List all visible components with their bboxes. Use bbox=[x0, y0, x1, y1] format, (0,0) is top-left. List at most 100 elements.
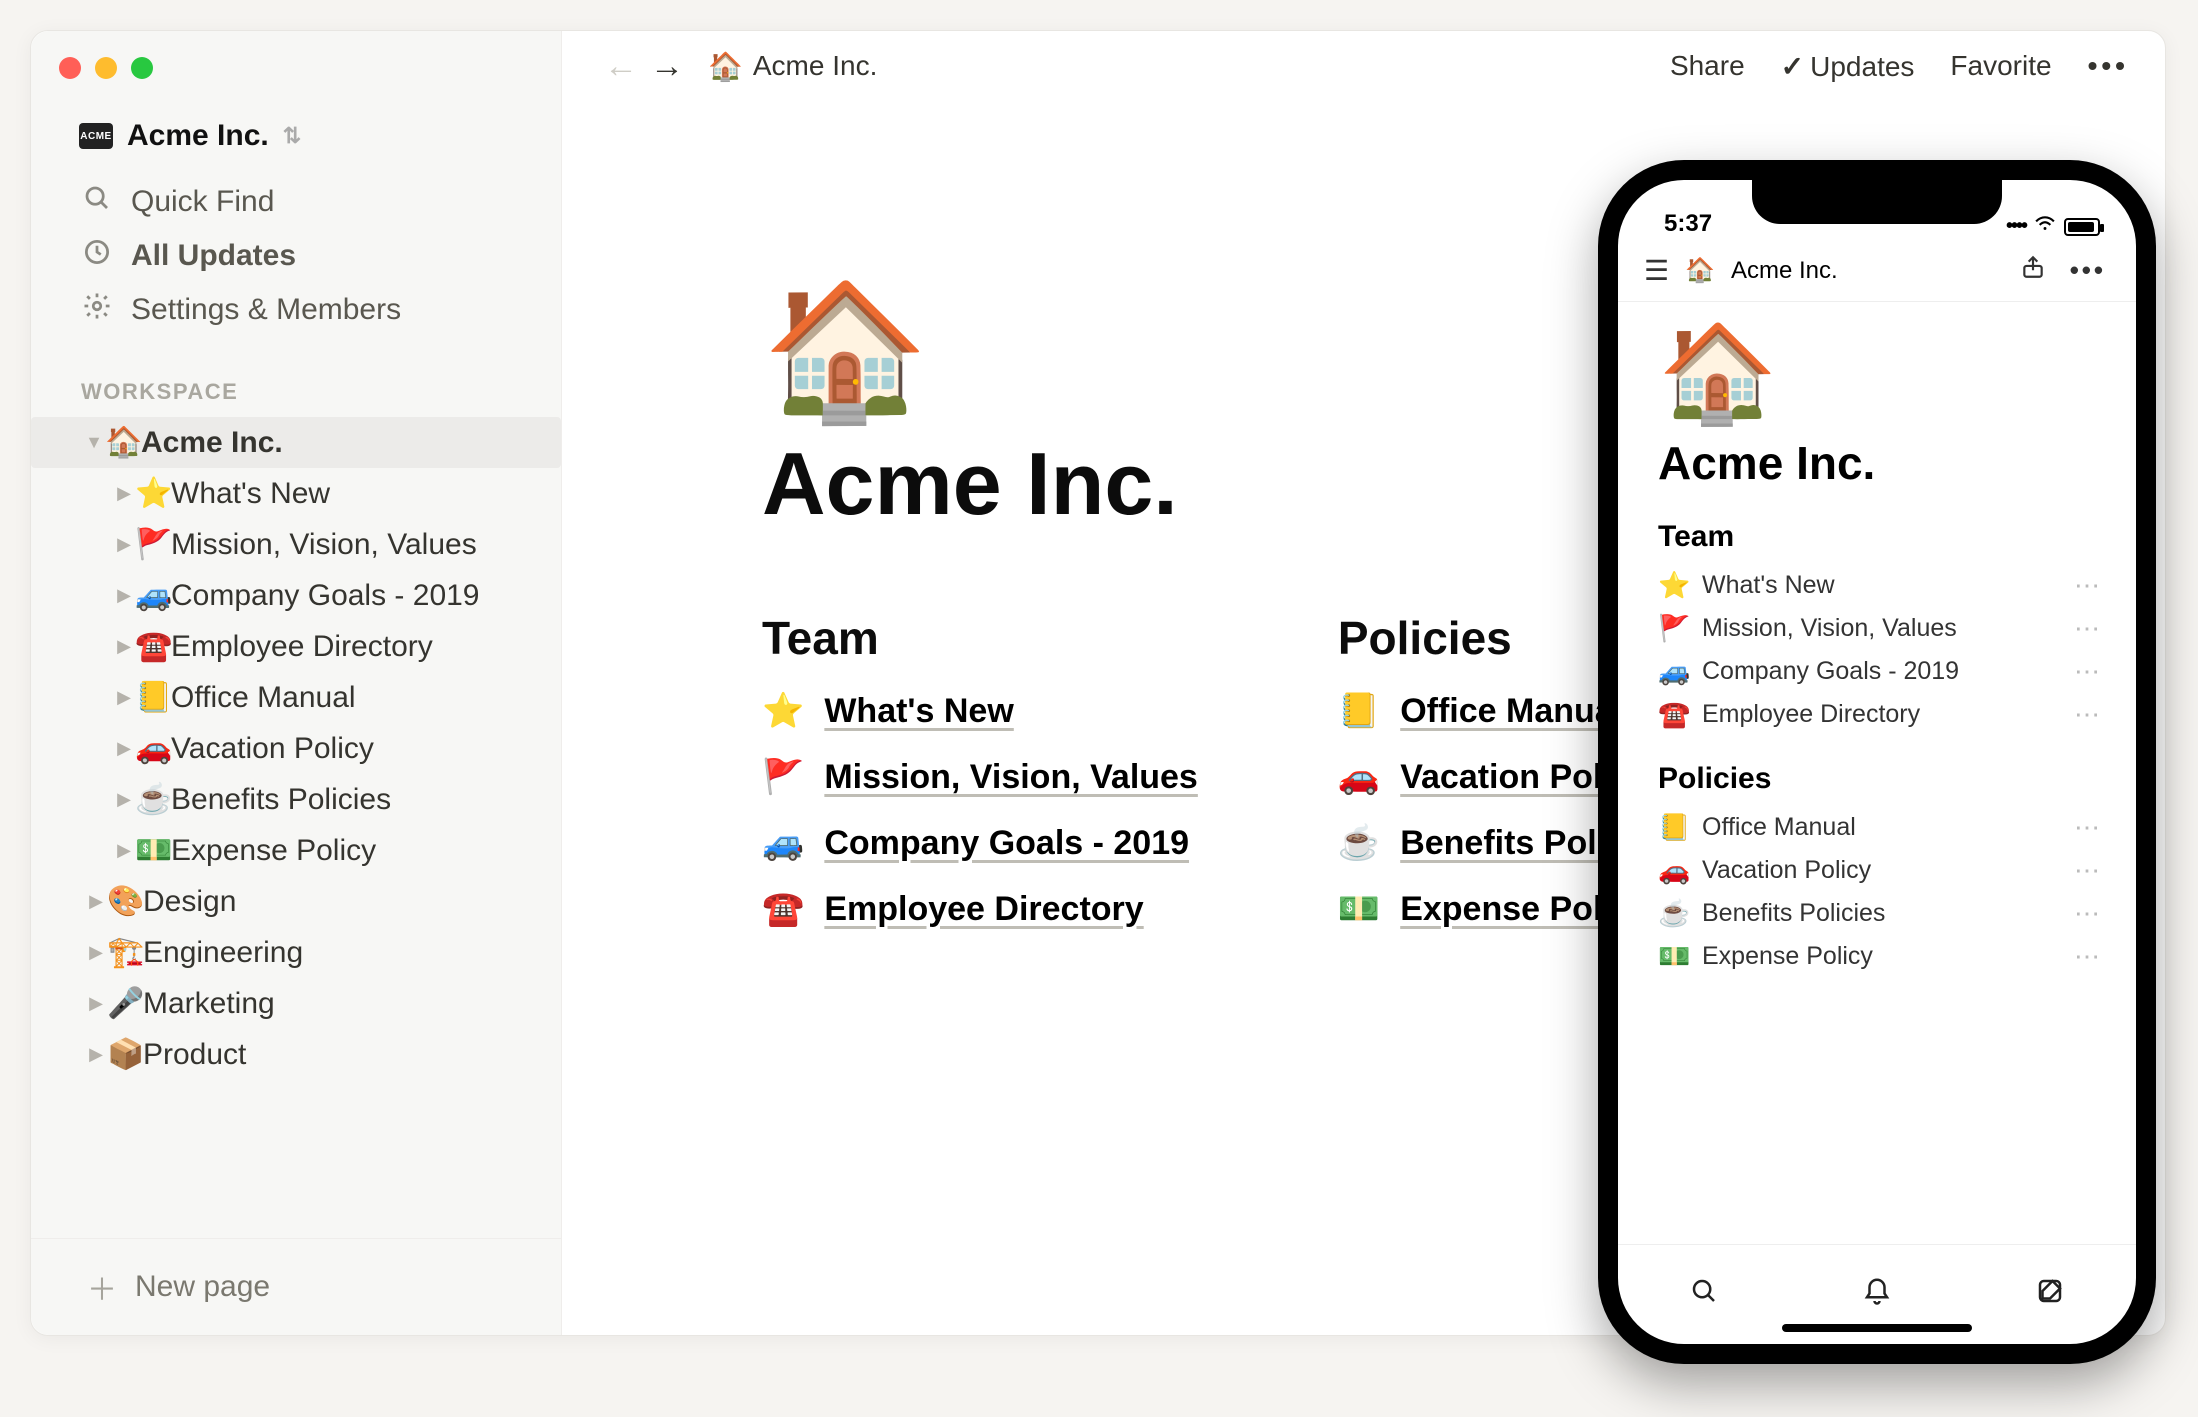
minimize-window-button[interactable] bbox=[95, 57, 117, 79]
settings-members-label: Settings & Members bbox=[131, 293, 401, 327]
row-more-button[interactable]: ⋯ bbox=[2074, 855, 2100, 886]
row-more-button[interactable]: ⋯ bbox=[2074, 613, 2100, 644]
more-button[interactable]: ••• bbox=[2070, 255, 2106, 286]
mobile-link-company-goals[interactable]: 🚙 Company Goals - 2019 ⋯ bbox=[1658, 650, 2100, 693]
sidebar-nav-all-updates[interactable]: All Updates bbox=[31, 229, 561, 283]
maximize-window-button[interactable] bbox=[131, 57, 153, 79]
package-icon: 📦 bbox=[107, 1037, 143, 1072]
chevron-right-icon[interactable]: ▶ bbox=[113, 636, 135, 657]
quick-find-label: Quick Find bbox=[131, 185, 274, 219]
tab-notifications-button[interactable] bbox=[1862, 1276, 1892, 1314]
chevron-right-icon[interactable]: ▶ bbox=[113, 483, 135, 504]
sidebar-item-company-goals[interactable]: ▶ 🚙 Company Goals - 2019 bbox=[31, 570, 561, 621]
sidebar-nav-quick-find[interactable]: Quick Find bbox=[31, 175, 561, 229]
mobile-link-expense-policy[interactable]: 💵 Expense Policy ⋯ bbox=[1658, 935, 2100, 978]
sidebar-item-office-manual[interactable]: ▶ 📒 Office Manual bbox=[31, 672, 561, 723]
sidebar-item-label: Design bbox=[143, 885, 236, 919]
sidebar-item-product[interactable]: ▶ 📦 Product bbox=[31, 1029, 561, 1080]
flag-icon: 🚩 bbox=[135, 527, 171, 562]
sidebar-item-marketing[interactable]: ▶ 🎤 Marketing bbox=[31, 978, 561, 1029]
mobile-link-benefits-policies[interactable]: ☕ Benefits Policies ⋯ bbox=[1658, 892, 2100, 935]
workspace-switcher[interactable]: ACME Acme Inc. ⇅ bbox=[31, 79, 561, 175]
mobile-header: ☰ 🏠 Acme Inc. ••• bbox=[1618, 240, 2136, 302]
red-car-icon: 🚗 bbox=[135, 731, 171, 766]
mobile-link-label: Office Manual bbox=[1702, 813, 1856, 842]
mobile-link-label: Benefits Policies bbox=[1702, 899, 1885, 928]
back-button[interactable]: ← bbox=[598, 47, 644, 86]
page-link-label: What's New bbox=[824, 692, 1013, 731]
sidebar-item-engineering[interactable]: ▶ 🏗️ Engineering bbox=[31, 927, 561, 978]
forward-button[interactable]: → bbox=[644, 47, 690, 86]
sidebar-item-acme-inc[interactable]: ▼ 🏠 Acme Inc. bbox=[31, 417, 561, 468]
mobile-link-employee-directory[interactable]: ☎️ Employee Directory ⋯ bbox=[1658, 693, 2100, 736]
flag-icon: 🚩 bbox=[1658, 613, 1688, 644]
mobile-link-mission-vision-values[interactable]: 🚩 Mission, Vision, Values ⋯ bbox=[1658, 607, 2100, 650]
sidebar-item-design[interactable]: ▶ 🎨 Design bbox=[31, 876, 561, 927]
page-link-company-goals[interactable]: 🚙 Company Goals - 2019 bbox=[762, 823, 1198, 863]
mobile-page-title[interactable]: Acme Inc. bbox=[1658, 436, 2100, 490]
phone-notch bbox=[1752, 180, 2002, 224]
chevron-right-icon[interactable]: ▶ bbox=[113, 534, 135, 555]
breadcrumb[interactable]: 🏠 Acme Inc. bbox=[708, 50, 877, 83]
mobile-page-body: 🏠 Acme Inc. Team ⭐ What's New ⋯ 🚩 Missio… bbox=[1618, 302, 2136, 1244]
row-more-button[interactable]: ⋯ bbox=[2074, 656, 2100, 687]
row-more-button[interactable]: ⋯ bbox=[2074, 812, 2100, 843]
mobile-link-vacation-policy[interactable]: 🚗 Vacation Policy ⋯ bbox=[1658, 849, 2100, 892]
sidebar-item-vacation-policy[interactable]: ▶ 🚗 Vacation Policy bbox=[31, 723, 561, 774]
mobile-breadcrumb[interactable]: Acme Inc. bbox=[1731, 257, 1838, 285]
page-link-mission-vision-values[interactable]: 🚩 Mission, Vision, Values bbox=[762, 757, 1198, 797]
menu-button[interactable]: ☰ bbox=[1644, 254, 1669, 287]
row-more-button[interactable]: ⋯ bbox=[2074, 570, 2100, 601]
chevron-right-icon[interactable]: ▶ bbox=[85, 891, 107, 912]
more-button[interactable]: ••• bbox=[2088, 50, 2129, 82]
tab-compose-button[interactable] bbox=[2035, 1276, 2065, 1314]
row-more-button[interactable]: ⋯ bbox=[2074, 898, 2100, 929]
chevron-right-icon[interactable]: ▶ bbox=[85, 942, 107, 963]
sidebar-nav-settings-members[interactable]: Settings & Members bbox=[31, 283, 561, 337]
mobile-page-icon[interactable]: 🏠 bbox=[1658, 326, 2100, 422]
sidebar-item-employee-directory[interactable]: ▶ ☎️ Employee Directory bbox=[31, 621, 561, 672]
mobile-section-policies: Policies bbox=[1658, 762, 2100, 796]
sidebar-item-whats-new[interactable]: ▶ ⭐ What's New bbox=[31, 468, 561, 519]
wifi-icon bbox=[2034, 215, 2056, 238]
sidebar-item-expense-policy[interactable]: ▶ 💵 Expense Policy bbox=[31, 825, 561, 876]
chevron-right-icon[interactable]: ▶ bbox=[113, 738, 135, 759]
signal-icon: •••• bbox=[2006, 215, 2026, 238]
chevron-right-icon[interactable]: ▶ bbox=[113, 687, 135, 708]
sidebar-item-label: Acme Inc. bbox=[141, 426, 283, 460]
favorite-button[interactable]: Favorite bbox=[1950, 50, 2051, 82]
mobile-link-office-manual[interactable]: 📒 Office Manual ⋯ bbox=[1658, 806, 2100, 849]
sidebar-item-mission-vision-values[interactable]: ▶ 🚩 Mission, Vision, Values bbox=[31, 519, 561, 570]
check-icon: ✓ bbox=[1781, 51, 1804, 82]
page-link-label: Office Manual bbox=[1400, 692, 1623, 731]
star-icon: ⭐ bbox=[135, 476, 171, 511]
new-page-button[interactable]: ＋ New page bbox=[31, 1238, 561, 1335]
chevron-right-icon[interactable]: ▶ bbox=[113, 840, 135, 861]
tab-search-button[interactable] bbox=[1689, 1276, 1719, 1314]
column-team: Team ⭐ What's New 🚩 Mission, Vision, Val… bbox=[762, 611, 1198, 955]
page-link-employee-directory[interactable]: ☎️ Employee Directory bbox=[762, 889, 1198, 929]
updates-button[interactable]: ✓Updates bbox=[1781, 50, 1915, 83]
sidebar-item-benefits-policies[interactable]: ▶ ☕ Benefits Policies bbox=[31, 774, 561, 825]
row-more-button[interactable]: ⋯ bbox=[2074, 699, 2100, 730]
page-link-whats-new[interactable]: ⭐ What's New bbox=[762, 691, 1198, 731]
car-icon: 🚙 bbox=[1658, 656, 1688, 687]
red-car-icon: 🚗 bbox=[1338, 757, 1380, 797]
chevron-right-icon[interactable]: ▶ bbox=[113, 585, 135, 606]
chevron-right-icon[interactable]: ▶ bbox=[113, 789, 135, 810]
mobile-link-label: Expense Policy bbox=[1702, 942, 1873, 971]
chevron-right-icon[interactable]: ▶ bbox=[85, 993, 107, 1014]
row-more-button[interactable]: ⋯ bbox=[2074, 941, 2100, 972]
phone-icon: ☎️ bbox=[135, 629, 171, 664]
share-button[interactable] bbox=[2020, 254, 2046, 287]
mobile-link-whats-new[interactable]: ⭐ What's New ⋯ bbox=[1658, 564, 2100, 607]
chevron-right-icon[interactable]: ▶ bbox=[85, 1044, 107, 1065]
house-icon: 🏠 bbox=[708, 50, 743, 83]
sidebar: ACME Acme Inc. ⇅ Quick Find All Updates bbox=[31, 31, 562, 1335]
close-window-button[interactable] bbox=[59, 57, 81, 79]
status-time: 5:37 bbox=[1664, 210, 1712, 238]
car-icon: 🚙 bbox=[135, 578, 171, 613]
share-button[interactable]: Share bbox=[1670, 50, 1745, 82]
chevron-down-icon[interactable]: ▼ bbox=[83, 432, 105, 453]
money-icon: 💵 bbox=[1658, 941, 1688, 972]
